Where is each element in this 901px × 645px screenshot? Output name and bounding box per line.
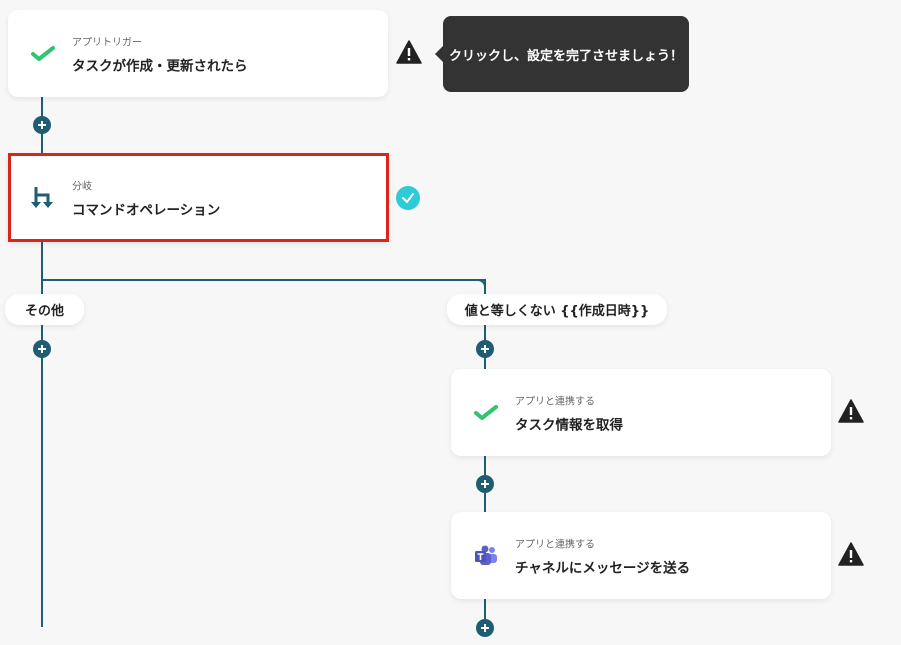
branch-label-other-text: その他 — [24, 304, 64, 319]
plus-icon — [38, 121, 46, 129]
warning-icon — [838, 399, 864, 423]
add-step-button-branch[interactable] — [476, 340, 494, 358]
add-step-button[interactable] — [476, 475, 494, 493]
plus-icon — [481, 345, 489, 353]
add-step-button[interactable] — [476, 619, 494, 637]
send-message-card[interactable]: アプリと連携する チャネルにメッセージを送る — [451, 512, 831, 599]
trigger-title: タスクが作成・更新されたら — [72, 58, 248, 74]
app-check-icon — [30, 41, 56, 67]
get-task-subtitle: アプリと連携する — [515, 396, 595, 407]
trigger-subtitle: アプリトリガー — [72, 37, 142, 48]
trigger-card[interactable]: アプリトリガー タスクが作成・更新されたら — [8, 10, 388, 97]
branch-title: コマンドオペレーション — [72, 202, 221, 218]
add-step-button[interactable] — [33, 116, 51, 134]
send-message-subtitle: アプリと連携する — [515, 539, 595, 550]
get-task-card[interactable]: アプリと連携する タスク情報を取得 — [451, 369, 831, 456]
completed-check-icon — [396, 186, 420, 210]
plus-icon — [38, 345, 46, 353]
setup-tooltip: クリックし、設定を完了させましょう！ — [435, 16, 689, 92]
branch-label-not-equal-text: 値と等しくない {{作成日時}} — [464, 304, 650, 319]
branch-label-other[interactable]: その他 — [5, 294, 84, 325]
plus-icon — [481, 624, 489, 632]
app-check-icon — [473, 400, 499, 426]
branch-subtitle: 分岐 — [72, 181, 92, 192]
branch-label-not-equal[interactable]: 値と等しくない {{作成日時}} — [447, 294, 667, 325]
branch-card[interactable]: 分岐 コマンドオペレーション — [8, 153, 389, 242]
plus-icon — [481, 480, 489, 488]
tooltip-text: クリックし、設定を完了させましょう！ — [448, 48, 683, 64]
add-step-button-other[interactable] — [33, 340, 51, 358]
teams-icon — [473, 543, 499, 569]
send-message-title: チャネルにメッセージを送る — [515, 560, 691, 576]
branch-icon — [30, 185, 56, 211]
connector-branch-horizontal — [41, 279, 486, 281]
warning-icon — [838, 542, 864, 566]
warning-icon — [396, 40, 422, 64]
get-task-title: タスク情報を取得 — [515, 417, 623, 433]
